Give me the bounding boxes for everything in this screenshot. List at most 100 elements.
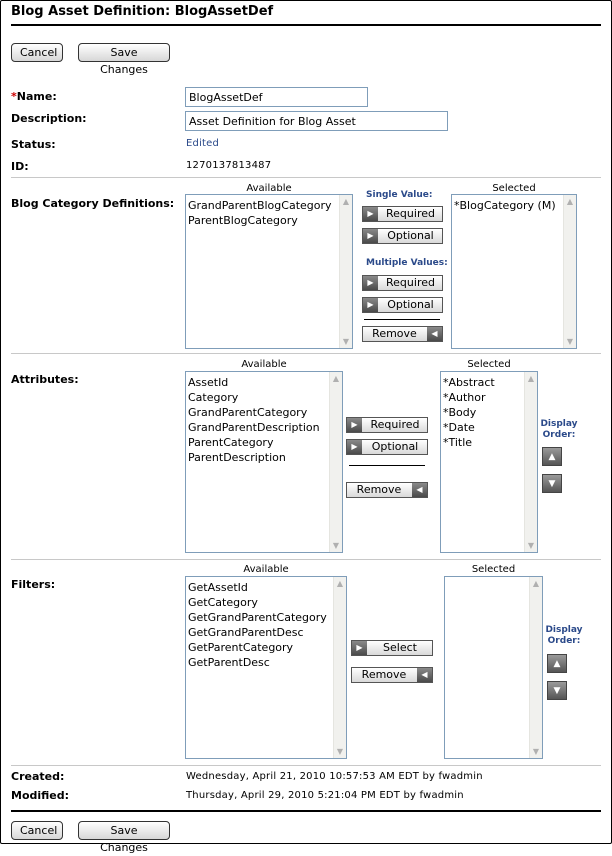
filters-select-button[interactable]: ▶ Select — [351, 640, 433, 656]
list-item[interactable]: ParentBlogCategory — [188, 213, 338, 228]
id-label: ID: — [11, 160, 29, 173]
scroll-up-icon[interactable]: ▲ — [340, 195, 352, 208]
list-item[interactable]: *Author — [443, 390, 523, 405]
attributes-selected-caption: Selected — [467, 359, 511, 370]
cancel-button-top[interactable]: Cancel — [11, 43, 63, 62]
attributes-move-up-button[interactable]: ▲ — [542, 447, 562, 466]
list-item[interactable]: GrandParentCategory — [188, 405, 328, 420]
attributes-required-button[interactable]: ▶ Required — [346, 417, 428, 433]
left-arrow-icon: ◀ — [417, 668, 432, 682]
attributes-available-items: AssetId Category GrandParentCategory GrandP… — [188, 375, 328, 465]
created-label: Created: — [11, 770, 65, 783]
attributes-remove-button[interactable]: Remove ◀ — [346, 482, 428, 498]
scrollbar[interactable]: ▲ ▼ — [333, 577, 346, 758]
category-available-items: GrandParentBlogCategory ParentBlogCategor… — [188, 198, 338, 228]
description-input[interactable] — [185, 111, 448, 131]
scroll-down-icon[interactable]: ▼ — [564, 335, 576, 348]
button-separator — [349, 465, 425, 466]
scroll-up-icon[interactable]: ▲ — [330, 372, 342, 385]
attributes-move-down-button[interactable]: ▼ — [542, 474, 562, 493]
right-arrow-icon: ▶ — [363, 298, 378, 312]
right-arrow-icon: ▶ — [347, 418, 362, 432]
filters-move-up-button[interactable]: ▲ — [547, 654, 567, 673]
list-item[interactable]: *Body — [443, 405, 523, 420]
category-selected-caption: Selected — [492, 183, 536, 194]
attributes-available-list[interactable]: AssetId Category GrandParentCategory GrandP… — [185, 371, 343, 553]
scroll-down-icon[interactable]: ▼ — [340, 335, 352, 348]
scrollbar[interactable]: ▲ ▼ — [529, 577, 542, 758]
cancel-button-bottom[interactable]: Cancel — [11, 821, 63, 840]
scroll-down-icon[interactable]: ▼ — [334, 745, 346, 758]
right-arrow-icon: ▶ — [347, 440, 362, 454]
scroll-up-icon[interactable]: ▲ — [564, 195, 576, 208]
scroll-up-icon[interactable]: ▲ — [525, 372, 537, 385]
up-arrow-icon: ▲ — [553, 659, 561, 669]
filters-available-list[interactable]: GetAssetId GetCategory GetGrandParentCateg… — [185, 576, 347, 759]
scroll-up-icon[interactable]: ▲ — [334, 577, 346, 590]
list-item[interactable]: GetGrandParentDesc — [188, 625, 332, 640]
filters-selected-list[interactable]: ▲ ▼ — [444, 576, 543, 759]
button-label: Remove — [356, 483, 402, 496]
scrollbar[interactable]: ▲ ▼ — [329, 372, 342, 552]
single-optional-button[interactable]: ▶ Optional — [362, 228, 443, 244]
modified-label: Modified: — [11, 789, 70, 802]
scroll-down-icon[interactable]: ▼ — [330, 539, 342, 552]
multiple-values-label: Multiple Values: — [366, 258, 448, 268]
section-divider — [11, 765, 601, 766]
button-label: Select — [383, 641, 417, 654]
category-defs-label: Blog Category Definitions: — [11, 197, 175, 210]
list-item[interactable]: ParentCategory — [188, 435, 328, 450]
id-value: 1270137813487 — [186, 160, 272, 171]
list-item[interactable]: *Title — [443, 435, 523, 450]
scrollbar[interactable]: ▲ ▼ — [563, 195, 576, 348]
button-label: Remove — [361, 668, 407, 681]
save-changes-button-top[interactable]: Save Changes — [78, 43, 170, 76]
scroll-down-icon[interactable]: ▼ — [530, 745, 542, 758]
attributes-optional-button[interactable]: ▶ Optional — [346, 439, 428, 455]
list-item[interactable]: GrandParentBlogCategory — [188, 198, 338, 213]
scrollbar[interactable]: ▲ ▼ — [339, 195, 352, 348]
list-item[interactable]: *Abstract — [443, 375, 523, 390]
category-remove-button[interactable]: Remove ◀ — [362, 326, 443, 342]
created-value: Wednesday, April 21, 2010 10:57:53 AM ED… — [186, 771, 483, 782]
list-item[interactable]: *Date — [443, 420, 523, 435]
name-input[interactable] — [185, 87, 368, 107]
scroll-down-icon[interactable]: ▼ — [525, 539, 537, 552]
multiple-required-button[interactable]: ▶ Required — [362, 275, 443, 291]
attributes-selected-list[interactable]: *Abstract *Author *Body *Date *Title ▲ ▼ — [440, 371, 538, 553]
filters-move-down-button[interactable]: ▼ — [547, 681, 567, 700]
filters-available-caption: Available — [243, 564, 289, 575]
scroll-up-icon[interactable]: ▲ — [530, 577, 542, 590]
attributes-available-caption: Available — [241, 359, 287, 370]
filters-selected-caption: Selected — [471, 564, 516, 575]
list-item[interactable]: ParentDescription — [188, 450, 328, 465]
right-arrow-icon: ▶ — [363, 276, 378, 290]
list-item[interactable]: GetParentCategory — [188, 640, 332, 655]
left-arrow-icon: ◀ — [412, 483, 427, 497]
section-divider — [11, 177, 601, 178]
category-available-list[interactable]: GrandParentBlogCategory ParentBlogCategor… — [185, 194, 353, 349]
scrollbar[interactable]: ▲ ▼ — [524, 372, 537, 552]
status-value: Edited — [186, 138, 220, 149]
list-item[interactable]: GetGrandParentCategory — [188, 610, 332, 625]
right-arrow-icon: ▶ — [363, 229, 378, 243]
list-item[interactable]: Category — [188, 390, 328, 405]
filters-remove-button[interactable]: Remove ◀ — [351, 667, 433, 683]
modified-value: Thursday, April 29, 2010 5:21:04 PM EDT … — [186, 790, 464, 801]
list-item[interactable]: GetParentDesc — [188, 655, 332, 670]
multiple-optional-button[interactable]: ▶ Optional — [362, 297, 443, 313]
list-item[interactable]: *BlogCategory (M) — [454, 198, 562, 213]
left-arrow-icon: ◀ — [427, 327, 442, 341]
button-label: Optional — [387, 229, 434, 242]
single-required-button[interactable]: ▶ Required — [362, 206, 443, 222]
button-label: Required — [370, 418, 420, 431]
category-selected-list[interactable]: *BlogCategory (M) ▲ ▼ — [451, 194, 577, 349]
button-label: Optional — [371, 440, 419, 453]
list-item[interactable]: GetCategory — [188, 595, 332, 610]
filters-label: Filters: — [11, 578, 56, 591]
save-changes-button-bottom[interactable]: Save Changes — [78, 821, 170, 854]
list-item[interactable]: GrandParentDescription — [188, 420, 328, 435]
filters-display-order-label: Display Order: — [545, 625, 583, 646]
list-item[interactable]: AssetId — [188, 375, 328, 390]
list-item[interactable]: GetAssetId — [188, 580, 332, 595]
